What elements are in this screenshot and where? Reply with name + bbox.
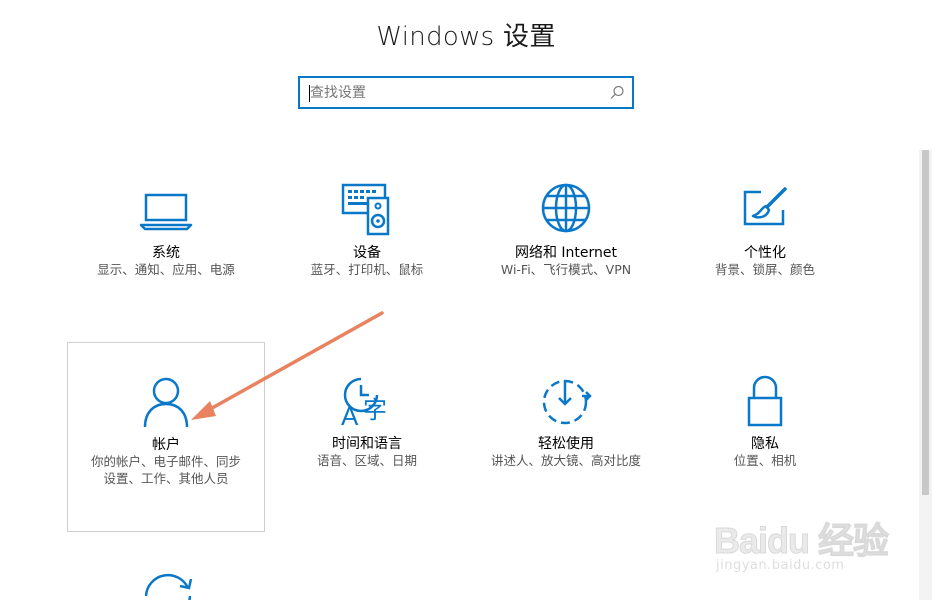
- tile-devices[interactable]: 设备 蓝牙、打印机、鼠标: [268, 150, 466, 340]
- tile-personalization[interactable]: 个性化 背景、锁屏、颜色: [666, 150, 864, 340]
- svg-text:A: A: [341, 401, 359, 428]
- tile-accounts-desc-line2: 设置、工作、其他人员: [103, 471, 229, 486]
- vertical-scrollbar[interactable]: [919, 150, 932, 600]
- watermark-sub: jingyan.baidu.com: [716, 558, 845, 573]
- ease-of-access-icon: [467, 376, 665, 426]
- search-icon[interactable]: [608, 84, 626, 102]
- keyboard-speaker-icon: [268, 182, 466, 238]
- scrollbar-thumb[interactable]: [922, 150, 929, 495]
- tile-accounts-name: 帐户: [152, 437, 180, 453]
- svg-text:字: 字: [363, 396, 387, 424]
- tile-system-desc: 显示、通知、应用、电源: [97, 262, 235, 277]
- search-input[interactable]: [310, 82, 600, 104]
- tile-system[interactable]: 系统 显示、通知、应用、电源: [67, 150, 265, 340]
- tile-accounts-desc-line1: 你的帐户、电子邮件、同步: [90, 454, 241, 469]
- tile-ease-of-access-desc: 讲述人、放大镜、高对比度: [490, 453, 641, 468]
- tile-network-name: 网络和 Internet: [514, 245, 618, 261]
- globe-icon: [467, 182, 665, 234]
- paint-brush-icon: [666, 186, 864, 232]
- update-security-icon[interactable]: [140, 566, 196, 600]
- laptop-icon: [67, 188, 265, 232]
- tile-time-language[interactable]: A 字 时间和语言 语音、区域、日期: [268, 342, 466, 532]
- tile-ease-of-access-name: 轻松使用: [538, 436, 594, 452]
- tile-network[interactable]: 网络和 Internet Wi-Fi、飞行模式、VPN: [467, 150, 665, 340]
- time-language-icon: A 字: [268, 374, 466, 428]
- window-title: Windows 设置: [376, 22, 556, 52]
- lock-icon: [666, 374, 864, 428]
- tile-privacy-name: 隐私: [751, 436, 779, 452]
- baidu-watermark: Baidu 经验 jingyan.baidu.com: [712, 500, 892, 580]
- person-icon: [68, 375, 264, 429]
- tile-network-desc: Wi-Fi、飞行模式、VPN: [500, 262, 632, 277]
- tile-devices-desc: 蓝牙、打印机、鼠标: [310, 262, 424, 277]
- tile-system-name: 系统: [152, 245, 180, 261]
- tile-time-language-desc: 语音、区域、日期: [316, 453, 417, 468]
- tile-time-language-name: 时间和语言: [332, 436, 402, 452]
- tile-accounts[interactable]: 帐户 你的帐户、电子邮件、同步 设置、工作、其他人员: [67, 342, 265, 532]
- tile-personalization-desc: 背景、锁屏、颜色: [714, 262, 815, 277]
- watermark-main: Baidu 经验: [713, 520, 889, 562]
- tile-devices-name: 设备: [353, 245, 381, 261]
- tile-personalization-name: 个性化: [744, 245, 786, 261]
- search-box[interactable]: [298, 76, 634, 109]
- tile-privacy-desc: 位置、相机: [733, 453, 797, 468]
- tile-ease-of-access[interactable]: 轻松使用 讲述人、放大镜、高对比度: [467, 342, 665, 532]
